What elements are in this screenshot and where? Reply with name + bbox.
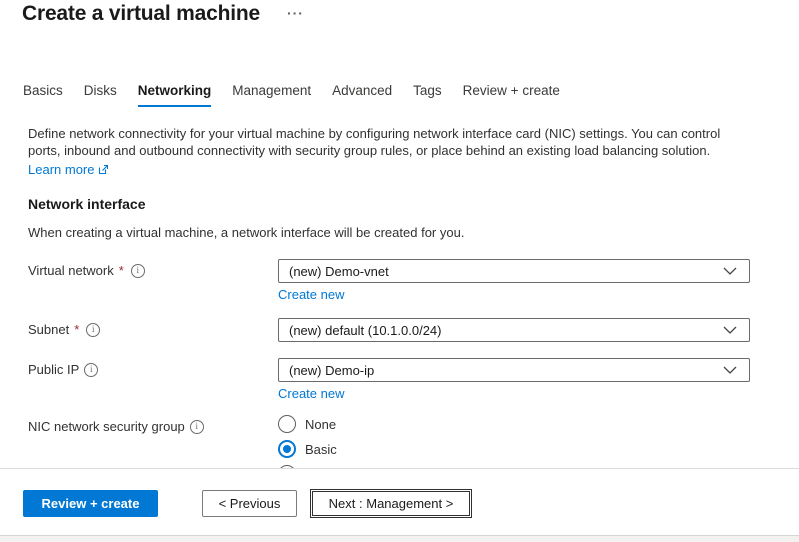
required-asterisk: * [74, 322, 79, 337]
chevron-down-icon [723, 366, 737, 374]
info-glyph: i [90, 365, 93, 374]
field-label-text: Public IP [28, 362, 79, 377]
subnet-dropdown[interactable]: (new) default (10.1.0.0/24) [278, 318, 750, 342]
field-label-text: NIC network security group [28, 419, 185, 434]
info-icon[interactable]: i [131, 264, 145, 278]
public-ip-field: Public IP i (new) Demo-ip Create new [28, 358, 799, 403]
info-glyph: i [196, 422, 199, 431]
chevron-down-icon [723, 267, 737, 275]
section-heading-network-interface: Network interface [28, 196, 799, 212]
review-create-button[interactable]: Review + create [23, 490, 158, 517]
nsg-option-basic[interactable]: Basic [278, 440, 750, 458]
window-bottom-strip [0, 535, 799, 542]
subnet-control: (new) default (10.1.0.0/24) [278, 318, 750, 342]
subnet-label: Subnet * i [28, 318, 278, 337]
tab-tags[interactable]: Tags [413, 83, 442, 107]
create-vm-page: Create a virtual machine ··· Basics Disk… [0, 0, 799, 542]
info-glyph: i [137, 266, 140, 275]
dropdown-value: (new) Demo-ip [289, 363, 374, 378]
next-management-button[interactable]: Next : Management > [312, 491, 470, 516]
virtual-network-dropdown[interactable]: (new) Demo-vnet [278, 259, 750, 283]
previous-button[interactable]: < Previous [202, 490, 297, 517]
nsg-radio-group: None Basic Advanced [278, 415, 750, 468]
nsg-option-none[interactable]: None [278, 415, 750, 433]
info-icon[interactable]: i [190, 420, 204, 434]
virtual-network-field: Virtual network * i (new) Demo-vnet Crea… [28, 259, 799, 304]
info-glyph: i [92, 325, 95, 334]
tab-review-create[interactable]: Review + create [463, 83, 560, 107]
intro-line-1: Define network connectivity for your vir… [28, 125, 738, 142]
tab-disks[interactable]: Disks [84, 83, 117, 107]
nsg-field: NIC network security group i None Basic … [28, 415, 799, 468]
radio-icon [278, 415, 296, 433]
subnet-field: Subnet * i (new) default (10.1.0.0/24) [28, 318, 799, 342]
virtual-network-control: (new) Demo-vnet Create new [278, 259, 750, 304]
tab-content-networking: Define network connectivity for your vir… [0, 118, 799, 468]
external-link-icon [98, 164, 109, 175]
virtual-network-label: Virtual network * i [28, 259, 278, 278]
intro-line-2: ports, inbound and outbound connectivity… [28, 142, 738, 159]
learn-more-row: Learn more [28, 162, 799, 177]
intro-text: Define network connectivity for your vir… [28, 125, 738, 159]
info-icon[interactable]: i [84, 363, 98, 377]
page-title: Create a virtual machine [22, 2, 260, 26]
learn-more-link[interactable]: Learn more [28, 162, 94, 177]
tab-bar: Basics Disks Networking Management Advan… [23, 83, 560, 107]
tab-management[interactable]: Management [232, 83, 311, 107]
public-ip-control: (new) Demo-ip Create new [278, 358, 750, 403]
required-asterisk: * [119, 263, 124, 278]
field-label-text: Virtual network [28, 263, 114, 278]
tab-advanced[interactable]: Advanced [332, 83, 392, 107]
radio-icon [278, 440, 296, 458]
radio-label: Basic [305, 442, 337, 457]
create-new-public-ip-link[interactable]: Create new [278, 386, 344, 401]
public-ip-label: Public IP i [28, 358, 278, 377]
page-header: Create a virtual machine ··· [22, 2, 304, 26]
chevron-down-icon [723, 326, 737, 334]
section-description: When creating a virtual machine, a netwo… [28, 225, 799, 240]
dropdown-value: (new) default (10.1.0.0/24) [289, 323, 441, 338]
wizard-footer: Review + create < Previous Next : Manage… [0, 468, 799, 535]
tab-networking[interactable]: Networking [138, 83, 212, 107]
public-ip-dropdown[interactable]: (new) Demo-ip [278, 358, 750, 382]
info-icon[interactable]: i [86, 323, 100, 337]
dropdown-value: (new) Demo-vnet [289, 264, 389, 279]
field-label-text: Subnet [28, 322, 69, 337]
tab-basics[interactable]: Basics [23, 83, 63, 107]
create-new-vnet-link[interactable]: Create new [278, 287, 344, 302]
more-icon[interactable]: ··· [287, 5, 304, 21]
radio-label: None [305, 417, 336, 432]
nsg-label: NIC network security group i [28, 415, 278, 434]
